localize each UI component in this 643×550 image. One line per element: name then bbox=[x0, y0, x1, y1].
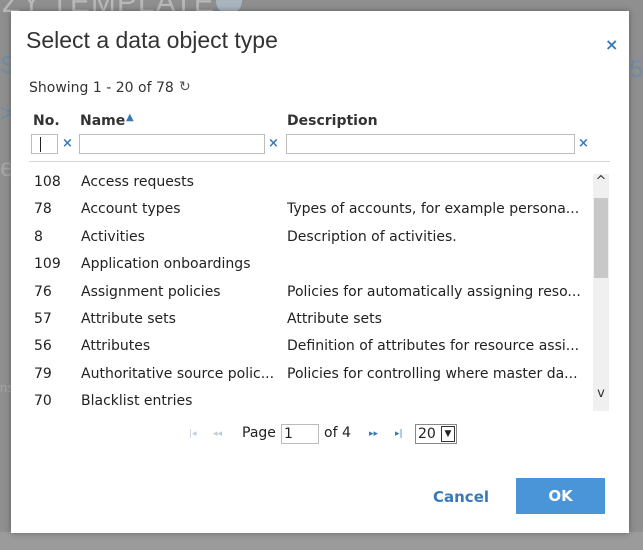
page-label: Page bbox=[242, 425, 276, 441]
cell-name: Attribute sets bbox=[81, 311, 176, 327]
filter-no-input[interactable] bbox=[31, 134, 58, 154]
cell-description: Policies for controlling where master da… bbox=[287, 366, 578, 382]
page-size-select[interactable]: 20 ▼ bbox=[415, 424, 457, 444]
cell-description: Description of activities. bbox=[287, 229, 457, 245]
background-fragment: 5 bbox=[629, 56, 643, 83]
data-object-type-list: 108 Access requests 78 Account types Typ… bbox=[29, 171, 592, 411]
previous-page-icon[interactable]: ◂◂ bbox=[213, 429, 222, 439]
filter-name-input[interactable] bbox=[79, 134, 265, 154]
list-scrollbar[interactable]: ^ v bbox=[593, 174, 609, 411]
table-row[interactable]: 57 Attribute sets Attribute sets bbox=[29, 311, 592, 338]
result-count: Showing 1 - 20 of 78 bbox=[29, 80, 174, 96]
cell-name: Blacklist entries bbox=[81, 393, 193, 409]
clear-filter-name-icon[interactable]: × bbox=[268, 136, 279, 151]
scroll-down-icon[interactable]: v bbox=[593, 386, 609, 408]
chevron-down-icon: ▼ bbox=[441, 426, 455, 442]
table-row[interactable]: 70 Blacklist entries bbox=[29, 393, 592, 411]
page-number-input[interactable]: 1 bbox=[281, 424, 319, 444]
clear-filter-no-icon[interactable]: × bbox=[62, 136, 73, 151]
page-total: of 4 bbox=[324, 425, 351, 441]
cell-name: Application onboardings bbox=[81, 256, 251, 272]
cell-description: Definition of attributes for resource as… bbox=[287, 338, 580, 354]
cell-description: Attribute sets bbox=[287, 311, 382, 327]
column-header-no[interactable]: No. bbox=[33, 113, 60, 129]
sort-ascending-icon[interactable]: ▲ bbox=[126, 112, 134, 123]
table-row[interactable]: 78 Account types Types of accounts, for … bbox=[29, 201, 592, 228]
scrollbar-thumb[interactable] bbox=[594, 198, 608, 278]
table-row[interactable]: 76 Assignment policies Policies for auto… bbox=[29, 284, 592, 311]
cell-no: 70 bbox=[34, 393, 52, 409]
close-icon[interactable]: × bbox=[605, 35, 618, 54]
cell-description: Policies for automatically assigning res… bbox=[287, 284, 581, 300]
cell-no: 79 bbox=[34, 366, 52, 382]
cell-description: Types of accounts, for example persona..… bbox=[287, 201, 580, 217]
table-row[interactable]: 79 Authoritative source polic... Policie… bbox=[29, 366, 592, 393]
cell-no: 8 bbox=[34, 229, 43, 245]
cell-name: Attributes bbox=[81, 338, 151, 354]
clear-filter-description-icon[interactable]: × bbox=[578, 136, 589, 151]
cell-name: Activities bbox=[81, 229, 145, 245]
cell-name: Account types bbox=[81, 201, 181, 217]
filter-description-input[interactable] bbox=[286, 134, 575, 154]
cancel-button[interactable]: Cancel bbox=[433, 488, 489, 506]
table-row[interactable]: 8 Activities Description of activities. bbox=[29, 229, 592, 256]
dialog-title: Select a data object type bbox=[26, 27, 278, 53]
table-row[interactable]: 109 Application onboardings bbox=[29, 256, 592, 283]
ok-button[interactable]: OK bbox=[516, 478, 605, 514]
cell-no: 76 bbox=[34, 284, 52, 300]
cell-name: Access requests bbox=[81, 174, 194, 190]
background-footer bbox=[0, 532, 643, 550]
table-row[interactable]: 108 Access requests bbox=[29, 174, 592, 201]
table-row[interactable]: 56 Attributes Definition of attributes f… bbox=[29, 338, 592, 365]
next-page-icon[interactable]: ▸▸ bbox=[369, 429, 378, 439]
refresh-icon[interactable]: ↻ bbox=[179, 79, 191, 95]
header-divider bbox=[29, 161, 610, 162]
cell-name: Assignment policies bbox=[81, 284, 221, 300]
cell-no: 56 bbox=[34, 338, 52, 354]
column-header-description[interactable]: Description bbox=[287, 113, 378, 129]
cell-no: 108 bbox=[34, 174, 61, 190]
first-page-icon[interactable]: |◂ bbox=[189, 429, 197, 439]
text-caret bbox=[40, 137, 41, 152]
scroll-up-icon[interactable]: ^ bbox=[593, 174, 609, 196]
last-page-icon[interactable]: ▸| bbox=[395, 429, 403, 439]
cell-name: Authoritative source polic... bbox=[81, 366, 275, 382]
select-data-object-type-dialog: Select a data object type × Showing 1 - … bbox=[11, 11, 629, 533]
column-header-name[interactable]: Name bbox=[80, 113, 125, 129]
cell-no: 109 bbox=[34, 256, 61, 272]
cell-no: 78 bbox=[34, 201, 52, 217]
page-size-value: 20 bbox=[418, 426, 436, 442]
cell-no: 57 bbox=[34, 311, 52, 327]
